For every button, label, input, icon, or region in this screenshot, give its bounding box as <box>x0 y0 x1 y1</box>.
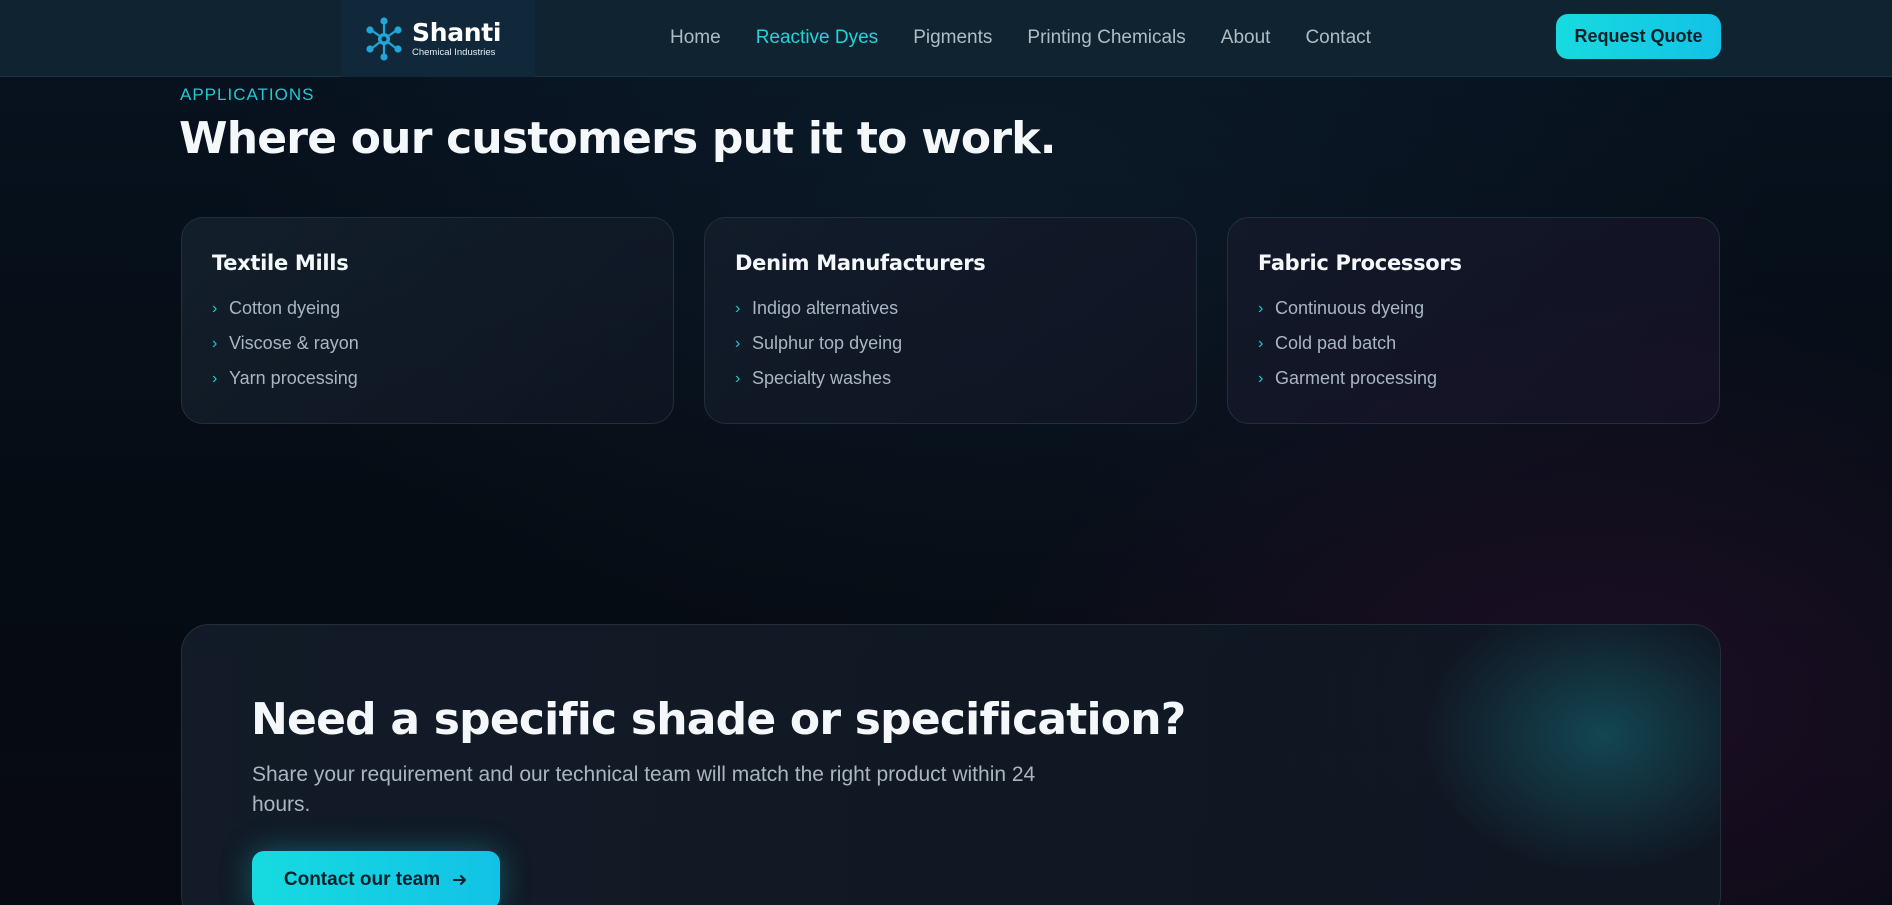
chevron-right-icon: › <box>1258 369 1264 387</box>
list-item-label: Sulphur top dyeing <box>752 333 903 353</box>
molecule-logo-icon <box>366 16 402 61</box>
list-item-label: Cotton dyeing <box>229 298 341 318</box>
list-item-label: Indigo alternatives <box>752 298 899 318</box>
list-item-label: Specialty washes <box>752 368 892 388</box>
card-title: Textile Mills <box>212 251 349 275</box>
card-title: Denim Manufacturers <box>735 251 986 275</box>
application-card-denim-manufacturers: Denim Manufacturers › Indigo alternatives… <box>704 217 1197 424</box>
brand-name: Shanti <box>412 17 502 47</box>
nav-link-pigments[interactable]: Pigments <box>913 27 992 49</box>
list-item-label: Continuous dyeing <box>1275 298 1425 318</box>
cta-title: Need a specific shade or specification? <box>251 694 1186 745</box>
chevron-right-icon: › <box>1258 299 1264 317</box>
application-card-textile-mills: Textile Mills › Cotton dyeing › Viscose & … <box>181 217 674 424</box>
list-item: › Specialty washes <box>735 361 1166 396</box>
list-item-label: Cold pad batch <box>1275 333 1397 353</box>
cta-panel: Need a specific shade or specification? … <box>181 624 1721 905</box>
section-title: Where our customers put it to work. <box>179 113 1056 164</box>
list-item: › Continuous dyeing <box>1258 291 1689 326</box>
chevron-right-icon: › <box>212 299 218 317</box>
list-item: › Cold pad batch <box>1258 326 1689 361</box>
brand-tagline: Chemical Industries <box>412 46 496 58</box>
nav-link-reactive-dyes[interactable]: Reactive Dyes <box>756 27 879 49</box>
section-eyebrow: APPLICATIONS <box>180 85 315 104</box>
chevron-right-icon: › <box>212 369 218 387</box>
arrow-right-icon <box>453 875 467 885</box>
application-card-fabric-processors: Fabric Processors › Continuous dyeing › Co… <box>1227 217 1720 424</box>
card-list: › Cotton dyeing › Viscose & rayon › Yarn pr… <box>212 291 643 396</box>
main-nav: Home Reactive Dyes Pigments Printing Che… <box>670 0 1371 75</box>
list-item: › Yarn processing <box>212 361 643 396</box>
card-list: › Indigo alternatives › Sulphur top dyeing… <box>735 291 1166 396</box>
nav-link-printing-chemicals[interactable]: Printing Chemicals <box>1027 27 1185 49</box>
list-item: › Cotton dyeing <box>212 291 643 326</box>
request-quote-button[interactable]: Request Quote <box>1556 14 1721 59</box>
contact-team-button[interactable]: Contact our team <box>252 851 500 905</box>
list-item: › Sulphur top dyeing <box>735 326 1166 361</box>
list-item: › Indigo alternatives <box>735 291 1166 326</box>
chevron-right-icon: › <box>1258 334 1264 352</box>
list-item: › Viscose & rayon <box>212 326 643 361</box>
list-item-label: Yarn processing <box>229 368 358 388</box>
card-title: Fabric Processors <box>1258 251 1462 275</box>
chevron-right-icon: › <box>735 369 741 387</box>
card-list: › Continuous dyeing › Cold pad batch › Garm… <box>1258 291 1689 396</box>
chevron-right-icon: › <box>735 334 741 352</box>
contact-team-label: Contact our team <box>283 869 441 890</box>
site-header: Shanti Chemical Industries Home Reactive… <box>0 0 1892 77</box>
nav-link-contact[interactable]: Contact <box>1305 27 1370 49</box>
nav-link-home[interactable]: Home <box>670 27 721 49</box>
nav-link-about[interactable]: About <box>1221 27 1271 49</box>
chevron-right-icon: › <box>735 299 741 317</box>
list-item: › Garment processing <box>1258 361 1689 396</box>
cta-description: Share your requirement and our technical… <box>252 763 1036 816</box>
chevron-right-icon: › <box>212 334 218 352</box>
brand-logo[interactable]: Shanti Chemical Industries <box>341 0 535 77</box>
list-item-label: Garment processing <box>1275 368 1438 388</box>
list-item-label: Viscose & rayon <box>229 333 359 353</box>
